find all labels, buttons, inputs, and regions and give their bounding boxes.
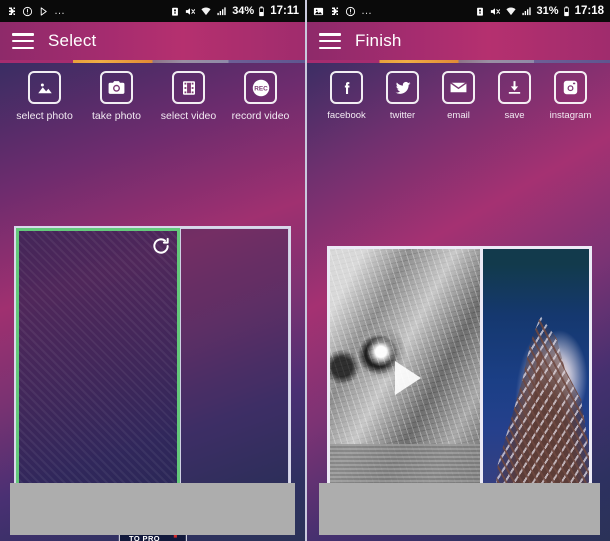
clock-label: 17:18 — [574, 5, 604, 17]
battery-percent-label: 34% — [232, 5, 255, 17]
share-instagram[interactable]: instagram — [543, 71, 599, 121]
signal-icon — [521, 6, 533, 17]
collage-cell-empty[interactable] — [180, 228, 289, 501]
tool-record-video[interactable]: REC record video — [225, 71, 297, 122]
share-facebook[interactable]: facebook — [319, 71, 375, 121]
content-finish: facebook twitter email save instagram — [307, 63, 610, 541]
signal-icon — [216, 6, 228, 17]
rec-icon: REC — [244, 71, 277, 104]
status-bar-left-icons: … — [313, 6, 475, 17]
alert-circle-icon — [22, 6, 33, 17]
battery-icon — [258, 5, 265, 17]
preview-cell-photo[interactable] — [483, 249, 589, 506]
status-bar-right: … 31% 17:18 — [307, 0, 610, 22]
snowy-tree-foliage — [493, 315, 589, 506]
tool-label: facebook — [327, 110, 366, 121]
ad-banner[interactable] — [319, 483, 600, 535]
tool-label: take photo — [91, 110, 142, 122]
tool-label: email — [447, 110, 470, 121]
facebook-icon — [330, 71, 363, 104]
panel-finish: … 31% 17:18 Finish facebook twitter emai… — [305, 0, 610, 541]
status-bar-right-icons: 34% 17:11 — [170, 5, 299, 17]
source-toolbar: select photo take photo select video REC… — [0, 63, 305, 122]
app-bar-finish: Finish — [307, 22, 610, 60]
camera-icon — [100, 71, 133, 104]
share-toolbar: facebook twitter email save instagram — [307, 63, 610, 121]
tool-take-photo[interactable]: take photo — [81, 71, 153, 122]
content-select: select photo take photo select video REC… — [0, 63, 305, 541]
svg-text:REC: REC — [254, 85, 268, 92]
hamburger-icon[interactable] — [12, 33, 34, 49]
status-overflow-dots: … — [361, 5, 373, 17]
battery-saver-icon — [475, 6, 485, 17]
play-icon[interactable] — [395, 360, 422, 395]
preview-cell-video[interactable] — [330, 249, 484, 506]
tool-label: save — [504, 110, 525, 121]
page-title: Finish — [355, 31, 402, 50]
puzzle-icon — [329, 6, 340, 17]
image-icon — [28, 71, 61, 104]
download-icon — [498, 71, 531, 104]
alert-circle-icon — [345, 6, 356, 17]
collage-canvas[interactable] — [14, 226, 291, 503]
collage-cell-selected[interactable] — [16, 228, 180, 501]
rotate-icon[interactable] — [151, 236, 171, 256]
status-bar-left-icons: … — [6, 6, 170, 17]
app-bar-select: Select — [0, 22, 305, 60]
collage-preview[interactable] — [327, 246, 592, 509]
image-icon — [313, 6, 324, 17]
tool-label: twitter — [389, 110, 416, 121]
share-save[interactable]: save — [487, 71, 543, 121]
puzzle-icon — [6, 6, 17, 17]
film-icon — [172, 71, 205, 104]
tool-select-video[interactable]: select video — [153, 71, 225, 122]
dual-screenshot: … 34% 17:11 Select select photo take pho… — [0, 0, 610, 541]
tool-label: instagram — [549, 110, 592, 121]
status-overflow-dots: … — [54, 5, 66, 17]
play-icon — [38, 6, 49, 17]
wifi-icon — [505, 6, 517, 17]
panel-select: … 34% 17:11 Select select photo take pho… — [0, 0, 305, 541]
status-bar-left: … 34% 17:11 — [0, 0, 305, 22]
battery-saver-icon — [170, 6, 180, 17]
ad-banner[interactable] — [10, 483, 295, 535]
tool-label: record video — [231, 110, 290, 122]
hamburger-icon[interactable] — [319, 33, 341, 49]
tool-label: select video — [160, 110, 217, 122]
page-title: Select — [48, 31, 97, 50]
twitter-icon — [386, 71, 419, 104]
instagram-icon — [554, 71, 587, 104]
battery-icon — [563, 5, 570, 17]
volume-mute-icon — [489, 6, 501, 17]
share-twitter[interactable]: twitter — [375, 71, 431, 121]
status-bar-right-icons: 31% 17:18 — [475, 5, 604, 17]
volume-mute-icon — [184, 6, 196, 17]
tool-select-photo[interactable]: select photo — [9, 71, 81, 122]
share-email[interactable]: email — [431, 71, 487, 121]
email-icon — [442, 71, 475, 104]
tool-label: select photo — [16, 110, 73, 122]
clock-label: 17:11 — [270, 5, 299, 17]
upgrade-line-2: TO PRO — [128, 534, 161, 541]
wifi-icon — [200, 6, 212, 17]
battery-percent-label: 31% — [536, 5, 559, 17]
